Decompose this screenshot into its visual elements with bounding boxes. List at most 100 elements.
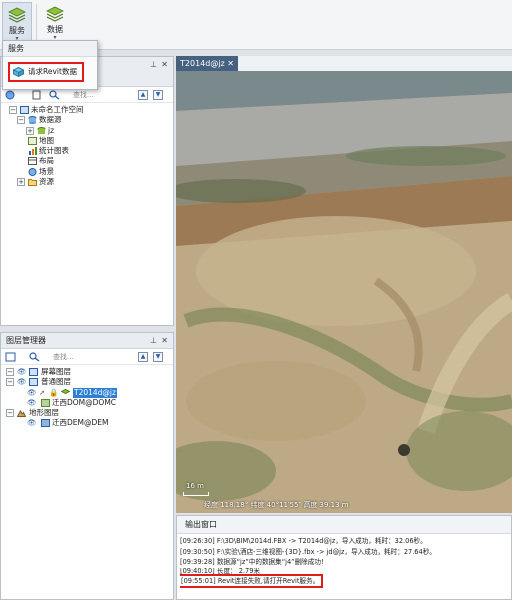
tree-node-label: 场景 xyxy=(39,166,54,176)
collapse-icon[interactable]: − xyxy=(17,116,25,125)
scale-label: 16 m xyxy=(186,482,204,490)
service-menu: 服务 请求Revit数据 xyxy=(2,40,98,90)
tree-node-maps[interactable]: 地图 xyxy=(1,136,173,146)
scene-status-bar: 经度 118.18° 纬度 40°11′55″ 高度 39.13 m xyxy=(204,501,349,509)
layer-group-icon xyxy=(29,368,38,376)
layers-icon xyxy=(8,7,26,23)
tree-node-label: 数据源 xyxy=(39,115,62,125)
visibility-eye-icon[interactable]: 👁 xyxy=(27,418,37,428)
revit-grid-icon xyxy=(13,67,24,77)
collapse-icon[interactable]: − xyxy=(9,106,17,114)
tree-node-workspace[interactable]: − 未命名工作空间 xyxy=(1,105,173,115)
arrow-up-button[interactable]: ▲ xyxy=(138,352,148,362)
layer-group-screen[interactable]: − 👁 屏幕图层 xyxy=(1,367,173,377)
chart-icon xyxy=(29,147,37,156)
visibility-eye-icon[interactable]: 👁 xyxy=(17,377,27,387)
lock-icon[interactable]: 🔒 xyxy=(49,388,58,398)
map-icon xyxy=(28,136,37,145)
layer-group-normal[interactable]: − 👁 普通图层 xyxy=(1,377,173,387)
tree-node-datasources[interactable]: − 数据源 xyxy=(1,115,173,125)
tree-node-charts[interactable]: 统计图表 xyxy=(1,146,173,156)
search-input[interactable]: 查找... xyxy=(73,90,94,100)
output-window-title: 输出窗口 xyxy=(177,516,511,534)
layer-item-t2014d[interactable]: 👁 ➚ 🔒 T2014d@jz xyxy=(1,387,173,398)
layer-label: 普通图层 xyxy=(41,377,71,387)
select-arrow-icon[interactable]: ➚ xyxy=(39,388,45,398)
tree-node-label: 地图 xyxy=(39,135,54,145)
ribbon-separator xyxy=(36,4,37,44)
expand-icon[interactable]: + xyxy=(17,178,25,187)
aerial-imagery xyxy=(176,71,512,513)
close-icon[interactable]: ✕ xyxy=(161,57,168,73)
dem-layer-icon xyxy=(41,419,50,428)
request-revit-data-item[interactable]: 请求Revit数据 xyxy=(8,62,84,82)
tree-node-layouts[interactable]: 布局 xyxy=(1,156,173,166)
error-message: [09:55:01] Revit连接失败,请打开Revit服务。 xyxy=(180,573,324,588)
close-icon[interactable]: ✕ xyxy=(227,56,234,71)
folder-icon xyxy=(28,179,37,187)
expand-icon[interactable]: + xyxy=(26,126,34,135)
tab-label: T2014d@jz xyxy=(180,59,225,68)
database-icon xyxy=(28,116,37,125)
tree-node-label: 统计图表 xyxy=(39,146,69,156)
open-icon[interactable] xyxy=(5,90,16,100)
workspace-icon xyxy=(20,106,29,114)
image-layer-icon xyxy=(41,398,50,407)
search-icon[interactable] xyxy=(29,352,40,362)
layer-toolbar: 查找... ▲ ▼ xyxy=(1,349,173,365)
arrow-down-button[interactable]: ▼ xyxy=(153,352,163,362)
workspace-tree: − 未命名工作空间 − 数据源 + jz 地图 统计图表 布局 场景 + 资源 xyxy=(1,103,173,187)
collapse-icon[interactable]: − xyxy=(6,378,14,387)
layer-label: 屏幕图层 xyxy=(41,367,71,376)
tree-node-jz[interactable]: + jz xyxy=(1,126,173,136)
arrow-up-button[interactable]: ▲ xyxy=(138,90,148,100)
layer-label-selected: T2014d@jz xyxy=(73,387,117,398)
terrain-icon xyxy=(17,410,26,418)
layer-label: 地形图层 xyxy=(29,408,59,418)
scene-view[interactable] xyxy=(176,71,512,513)
log-line: [09:26:30] F:\3D\BIM\2014d.FBX -> T2014d… xyxy=(180,537,427,545)
tree-node-label: 未命名工作空间 xyxy=(31,105,84,114)
layer-item-dem[interactable]: 👁 迁西DEM@DEM xyxy=(1,418,173,428)
tab-t2014d[interactable]: T2014d@jz ✕ xyxy=(176,56,238,71)
output-log: [09:26:30] F:\3D\BIM\2014d.FBX -> T2014d… xyxy=(177,534,511,590)
layer-manager-panel: 图层管理器 ⊥ ✕ 查找... ▲ ▼ − 👁 屏幕图层 − 👁 普通图层 👁 xyxy=(0,332,174,600)
globe-icon xyxy=(28,167,37,176)
model-layer-icon xyxy=(61,388,70,394)
log-line: [09:30:50] F:\实验\酒店-三维视图-{3D}.fbx -> jd@… xyxy=(180,547,436,556)
tree-node-scenes[interactable]: 场景 xyxy=(1,167,173,177)
collapse-icon[interactable]: − xyxy=(6,409,14,418)
log-line-error: [09:55:01] Revit连接失败,请打开Revit服务。 xyxy=(180,573,508,588)
service-menu-header: 服务 xyxy=(3,41,97,57)
close-icon[interactable]: ✕ xyxy=(161,333,168,349)
database-icon xyxy=(37,126,46,134)
arrow-down-button[interactable]: ▼ xyxy=(153,90,163,100)
layer-manager-title: 图层管理器 ⊥ ✕ xyxy=(1,333,173,349)
layer-tree: − 👁 屏幕图层 − 👁 普通图层 👁 ➚ 🔒 T2014d@jz 👁 迁西DO… xyxy=(1,365,173,429)
visibility-eye-icon[interactable]: 👁 xyxy=(27,398,37,408)
search-icon[interactable] xyxy=(49,90,60,100)
tree-node-label: 布局 xyxy=(39,156,54,166)
tree-node-label: 资源 xyxy=(39,177,54,187)
pin-icon[interactable]: ⊥ xyxy=(150,57,157,73)
layer-label: 迁西DEM@DEM xyxy=(52,418,109,428)
layer-group-icon xyxy=(29,378,38,387)
visibility-eye-icon[interactable]: 👁 xyxy=(27,388,37,398)
layer-item-dom[interactable]: 👁 迁西DOM@DOMC xyxy=(1,398,173,408)
layer-options-icon[interactable] xyxy=(5,352,16,362)
layout-icon xyxy=(28,157,37,166)
collapse-icon[interactable]: − xyxy=(6,368,14,376)
search-input[interactable]: 查找... xyxy=(53,352,74,362)
document-icon[interactable] xyxy=(31,90,42,100)
scale-bar xyxy=(183,492,209,496)
output-window: 输出窗口 [09:26:30] F:\3D\BIM\2014d.FBX -> T… xyxy=(176,515,512,600)
tree-node-resources[interactable]: + 资源 xyxy=(1,177,173,187)
tree-node-label: jz xyxy=(48,125,55,135)
layer-group-terrain[interactable]: − 地形图层 xyxy=(1,408,173,418)
pin-icon[interactable]: ⊥ xyxy=(150,333,157,349)
log-line: [09:39:28] 数据源“jz”中的数据集“j4”删除成功! xyxy=(180,558,324,566)
layer-manager-title-text: 图层管理器 xyxy=(6,336,46,345)
workspace-panel: ⊥ ✕ 查找... ▲ ▼ − 未命名工作空间 − 数据源 + jz 地图 统计… xyxy=(0,56,174,326)
layers-icon xyxy=(46,6,64,22)
visibility-eye-icon[interactable]: 👁 xyxy=(17,367,27,377)
